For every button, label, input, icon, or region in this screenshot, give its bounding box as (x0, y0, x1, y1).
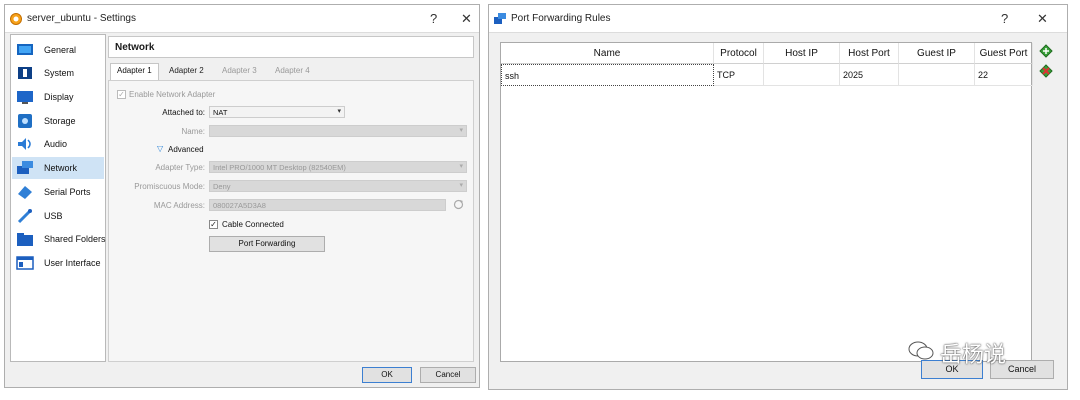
sidebar-item-display[interactable]: Display (12, 86, 104, 108)
shared-folders-icon (17, 233, 33, 246)
sidebar-item-label: Shared Folders (44, 234, 106, 244)
help-button[interactable]: ? (430, 11, 437, 26)
table-cell-protocol[interactable]: TCP (714, 64, 764, 86)
column-header-guest-port[interactable]: Guest Port (975, 43, 1033, 64)
general-icon (17, 44, 33, 55)
adapter-type-value: Intel PRO/1000 MT Desktop (82540EM) (213, 163, 346, 172)
sidebar-item-user-interface[interactable]: User Interface (12, 252, 104, 274)
sidebar-item-label: USB (44, 211, 63, 221)
promiscuous-value: Deny (213, 182, 231, 191)
sidebar-item-serial-ports[interactable]: Serial Ports (12, 181, 104, 203)
adapter-type-label: Adapter Type: (155, 163, 205, 172)
help-button[interactable]: ? (1001, 11, 1008, 26)
attached-to-label: Attached to: (162, 108, 205, 117)
close-button[interactable]: ✕ (1037, 11, 1048, 27)
storage-icon (18, 114, 32, 128)
adapter-panel (108, 80, 474, 362)
sidebar-item-audio[interactable]: Audio (12, 133, 104, 155)
watermark: 岳杨说 (940, 343, 1007, 368)
tab-adapter-3[interactable]: Adapter 3 (222, 66, 257, 80)
chevron-down-icon: ▾ (459, 163, 463, 170)
tab-adapter-4[interactable]: Adapter 4 (275, 66, 310, 80)
column-header-protocol[interactable]: Protocol (714, 43, 764, 64)
virtualbox-icon (10, 13, 22, 25)
network-icon (494, 13, 506, 24)
table-cell-host-port[interactable]: 2025 (840, 64, 899, 86)
wechat-icon (908, 341, 934, 360)
cancel-button[interactable]: Cancel (420, 367, 476, 383)
refresh-icon[interactable] (453, 199, 464, 210)
sidebar-item-general[interactable]: General (12, 39, 104, 61)
name-select[interactable]: ▾ (209, 125, 467, 137)
column-header-host-ip[interactable]: Host IP (764, 43, 840, 64)
tab-adapter-2[interactable]: Adapter 2 (169, 66, 204, 80)
port-forwarding-window-title: Port Forwarding Rules (511, 13, 611, 24)
settings-titlebar: server_ubuntu - Settings ? ✕ (5, 5, 479, 33)
settings-window-title: server_ubuntu - Settings (27, 13, 136, 24)
chevron-down-icon: ▾ (459, 127, 463, 134)
page-title: Network (115, 42, 155, 53)
system-icon (18, 67, 32, 79)
ok-button[interactable]: OK (362, 367, 412, 383)
port-forwarding-button[interactable]: Port Forwarding (209, 236, 325, 252)
tab-adapter-1[interactable]: Adapter 1 (110, 63, 159, 80)
chevron-down-icon: ▾ (459, 182, 463, 189)
attached-to-value: NAT (213, 108, 228, 117)
audio-icon (18, 138, 31, 150)
mac-address-field[interactable]: 080027A5D3A8 (209, 199, 446, 211)
usb-icon (17, 209, 32, 224)
sidebar-item-label: Audio (44, 139, 68, 149)
mac-address-value: 080027A5D3A8 (213, 201, 266, 210)
adapter-type-select[interactable]: Intel PRO/1000 MT Desktop (82540EM) ▾ (209, 161, 467, 173)
port-forwarding-titlebar: Port Forwarding Rules ? ✕ (489, 5, 1067, 33)
cable-connected-label: Cable Connected (222, 220, 284, 229)
table-cell-guest-ip[interactable] (899, 64, 975, 86)
settings-sidebar: General System Display Storage Audio Net… (10, 34, 106, 362)
network-icon (17, 161, 33, 174)
advanced-toggle-icon[interactable]: ▽ (157, 144, 163, 153)
sidebar-item-label: Serial Ports (44, 187, 91, 197)
sidebar-item-label: Display (44, 92, 74, 102)
column-header-host-port[interactable]: Host Port (840, 43, 899, 64)
sidebar-item-system[interactable]: System (12, 62, 104, 84)
chevron-down-icon: ▾ (337, 108, 341, 115)
advanced-label[interactable]: Advanced (168, 145, 204, 154)
sidebar-item-network[interactable]: Network (12, 157, 104, 179)
remove-rule-icon[interactable] (1039, 64, 1053, 78)
sidebar-item-shared-folders[interactable]: Shared Folders (12, 228, 106, 250)
sidebar-item-label: System (44, 68, 75, 78)
attached-to-select[interactable]: NAT ▾ (209, 106, 345, 118)
section-header: Network (108, 36, 474, 58)
table-cell-guest-port[interactable]: 22 (975, 64, 1033, 86)
column-header-guest-ip[interactable]: Guest IP (899, 43, 975, 64)
table-cell-name[interactable]: ssh (501, 64, 714, 86)
add-rule-icon[interactable] (1039, 44, 1053, 58)
sidebar-item-label: User Interface (44, 258, 101, 268)
cable-connected-checkbox[interactable]: ✓ (209, 220, 218, 229)
user-interface-icon (16, 256, 34, 270)
mac-address-label: MAC Address: (153, 201, 205, 210)
enable-adapter-label: Enable Network Adapter (129, 90, 216, 99)
promiscuous-select[interactable]: Deny ▾ (209, 180, 467, 192)
port-forwarding-table[interactable]: Name Protocol Host IP Host Port Guest IP… (500, 42, 1033, 362)
sidebar-item-label: Network (44, 163, 78, 173)
table-cell-host-ip[interactable] (764, 64, 840, 86)
sidebar-item-storage[interactable]: Storage (12, 110, 104, 132)
sidebar-item-label: Storage (44, 116, 76, 126)
name-label: Name: (181, 127, 205, 136)
enable-adapter-checkbox[interactable]: ✓ (117, 90, 126, 99)
sidebar-item-usb[interactable]: USB (12, 205, 104, 227)
promiscuous-label: Promiscuous Mode: (134, 182, 205, 191)
close-button[interactable]: ✕ (461, 11, 472, 27)
column-header-name[interactable]: Name (501, 43, 714, 64)
serial-ports-icon (18, 186, 32, 199)
sidebar-item-label: General (44, 45, 77, 55)
display-icon (17, 91, 33, 104)
